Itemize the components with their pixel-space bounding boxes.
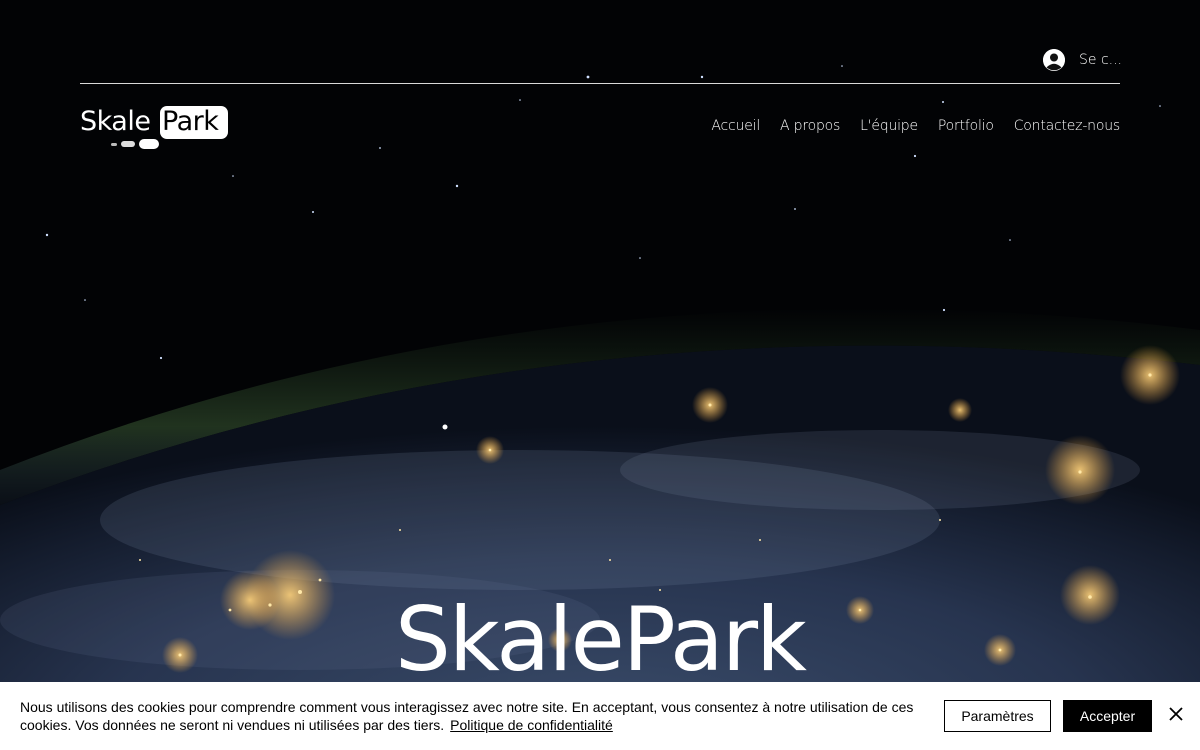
nav-item-a-propos[interactable]: A propos: [780, 118, 840, 134]
cookie-message: Nous utilisons des cookies pour comprend…: [20, 698, 925, 734]
login-button[interactable]: Se c...: [1043, 48, 1122, 72]
logo-dash: [121, 141, 135, 147]
close-icon[interactable]: [1166, 704, 1186, 724]
logo-dash: [139, 139, 159, 149]
nav-item-portfolio[interactable]: Portfolio: [938, 118, 994, 134]
privacy-policy-link[interactable]: Politique de confidentialité: [450, 717, 613, 733]
hero-title: SkalePark: [395, 588, 807, 691]
header-divider: [80, 83, 1120, 84]
avatar-icon: [1043, 49, 1065, 71]
site-logo[interactable]: Skale Park: [80, 106, 230, 152]
login-label: Se c...: [1079, 52, 1122, 68]
logo-dash: [111, 143, 117, 146]
cookie-accept-button[interactable]: Accepter: [1063, 700, 1152, 732]
cookie-settings-button[interactable]: Paramètres: [944, 700, 1051, 732]
cookie-banner: Nous utilisons des cookies pour comprend…: [0, 682, 1200, 750]
logo-text-right: Park: [162, 106, 219, 137]
nav-item-accueil[interactable]: Accueil: [711, 118, 760, 134]
nav-item-contact[interactable]: Contactez-nous: [1014, 118, 1120, 134]
logo-text-left: Skale: [80, 106, 151, 137]
nav-item-equipe[interactable]: L'équipe: [860, 118, 918, 134]
main-nav: Accueil A propos L'équipe Portfolio Cont…: [711, 118, 1120, 134]
